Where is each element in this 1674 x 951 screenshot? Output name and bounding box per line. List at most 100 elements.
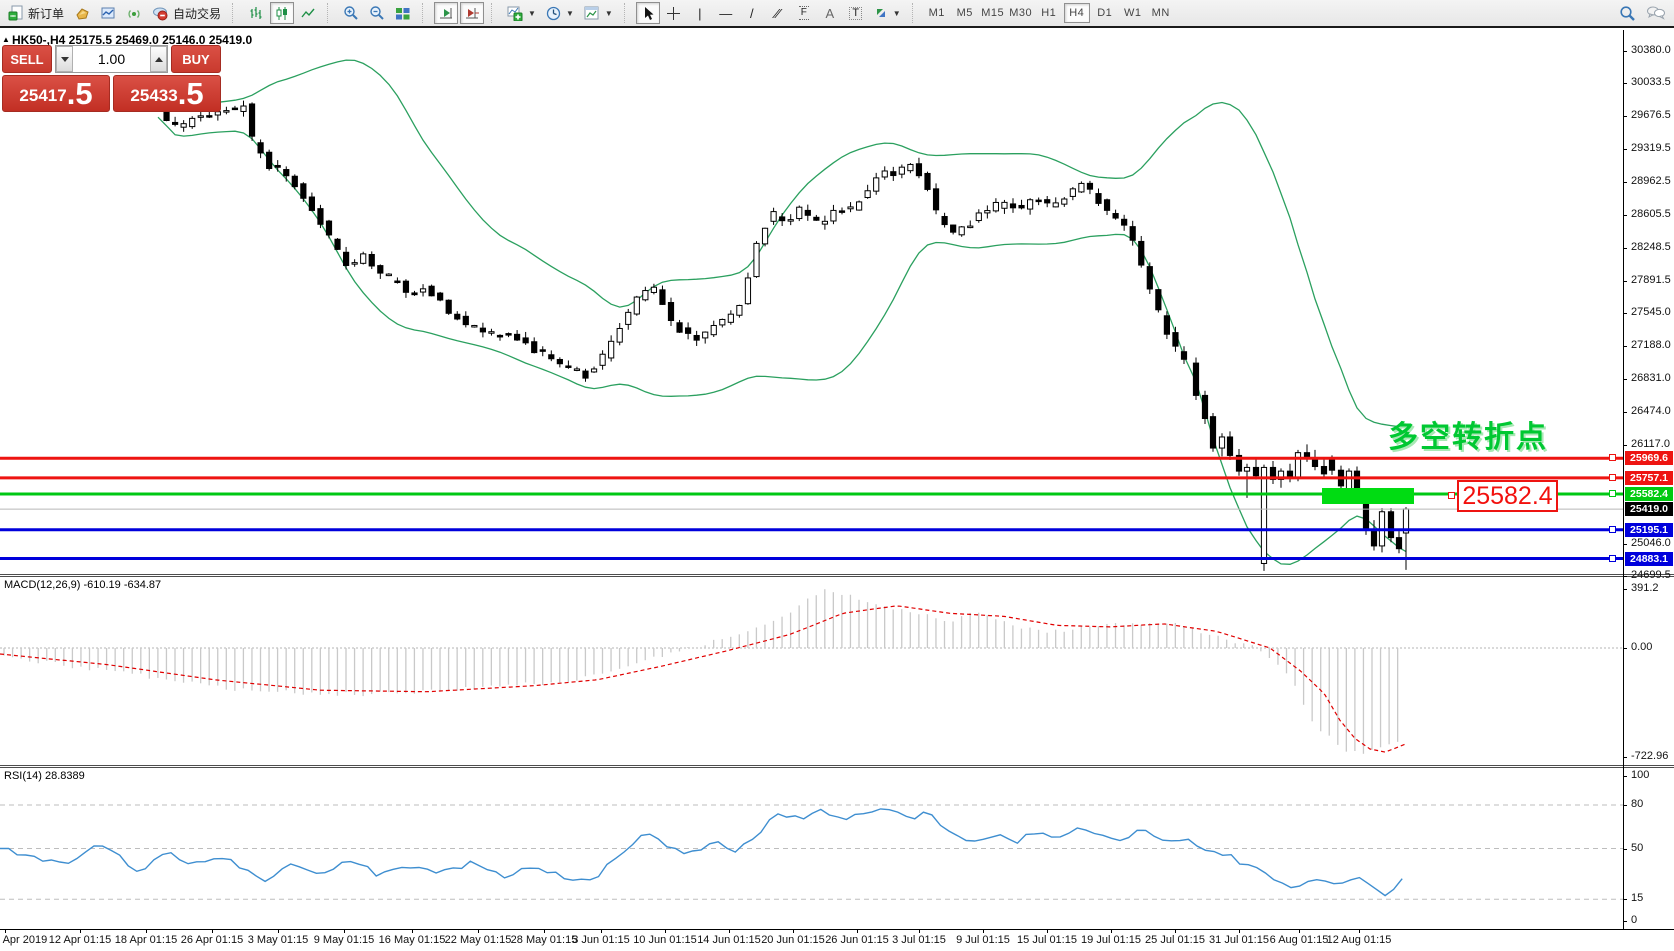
indicators-button[interactable]: ▼ — [503, 2, 540, 24]
add-indicator-icon — [507, 6, 523, 21]
price-tag-25195.1[interactable]: 25195.1 — [1625, 523, 1673, 537]
price-axis-tick — [1623, 51, 1627, 52]
timeframe-d1-button[interactable]: D1 — [1092, 3, 1118, 23]
time-axis-tick — [5, 929, 6, 933]
macd-pane[interactable] — [0, 577, 1623, 765]
green-zone-rectangle[interactable] — [1322, 488, 1414, 504]
hline-handle-marker[interactable] — [1609, 555, 1616, 562]
label-tool-button[interactable]: T — [844, 2, 868, 24]
price-callout-box[interactable]: 25582.4 — [1457, 480, 1558, 512]
crosshair-button[interactable] — [662, 2, 686, 24]
bar-chart-button[interactable] — [244, 2, 268, 24]
rsi-canvas[interactable] — [0, 768, 1623, 928]
volume-increase-button[interactable] — [150, 46, 167, 72]
candlestick-button[interactable] — [270, 2, 294, 24]
time-axis-tick — [601, 929, 602, 933]
templates-icon — [584, 6, 600, 21]
price-axis-tick — [1623, 544, 1627, 545]
time-axis-tick — [1299, 929, 1300, 933]
macd-axis-tick — [1623, 757, 1627, 758]
volume-decrease-button[interactable] — [56, 46, 73, 72]
layouts-button[interactable] — [70, 2, 94, 24]
tile-windows-button[interactable] — [391, 2, 415, 24]
bar-chart-icon — [249, 6, 264, 21]
timeframe-group: M1M5M15M30H1H4D1W1MN — [924, 3, 1174, 23]
periods-button[interactable]: ▼ — [542, 2, 578, 24]
rsi-axis-tick — [1623, 899, 1627, 900]
timeframe-mn-button[interactable]: MN — [1148, 3, 1174, 23]
time-axis-tick — [212, 929, 213, 933]
clock-icon — [546, 6, 561, 21]
zoom-out-button[interactable] — [365, 2, 389, 24]
arrow-up-icon — [155, 57, 163, 62]
sell-button[interactable]: SELL — [2, 45, 52, 73]
price-tag-24883.1[interactable]: 24883.1 — [1625, 552, 1673, 566]
volume-input[interactable]: 1.00 — [73, 46, 150, 72]
price-tag-25582.4[interactable]: 25582.4 — [1625, 487, 1673, 501]
hline-tool-button[interactable]: — — [714, 2, 738, 24]
search-button[interactable] — [1615, 2, 1640, 24]
symbol-collapse-icon[interactable]: ▲ — [2, 35, 10, 44]
market-watch-button[interactable] — [96, 2, 120, 24]
time-axis-tick — [919, 929, 920, 933]
fibonacci-tool-button[interactable]: F — [792, 2, 816, 24]
chart-shift-button[interactable] — [460, 2, 484, 24]
trendline-tool-button[interactable]: / — [740, 2, 764, 24]
autoscroll-button[interactable] — [434, 2, 458, 24]
time-axis-tick — [80, 929, 81, 933]
cursor-button[interactable] — [636, 2, 660, 24]
crosshair-icon — [666, 6, 681, 21]
arrows-tool-button[interactable]: ▼ — [870, 2, 905, 24]
time-axis-tick — [729, 929, 730, 933]
timeframe-m15-button[interactable]: M15 — [980, 3, 1006, 23]
line-chart-button[interactable] — [296, 2, 320, 24]
timeframe-h1-button[interactable]: H1 — [1036, 3, 1062, 23]
channel-tool-button[interactable]: ∕∕ — [766, 2, 790, 24]
time-axis-label: 22 May 01:15 — [445, 934, 512, 946]
hline-handle-marker[interactable] — [1609, 526, 1616, 533]
timeframe-m30-button[interactable]: M30 — [1008, 3, 1034, 23]
autotrading-button[interactable]: 自动交易 — [148, 2, 225, 24]
callout-anchor-marker[interactable] — [1448, 492, 1455, 499]
macd-label: MACD(12,26,9) -610.19 -634.87 — [4, 579, 161, 591]
price-axis-label: 27545.0 — [1631, 306, 1671, 318]
hline-handle-marker[interactable] — [1609, 474, 1616, 481]
price-tag-25757.1[interactable]: 25757.1 — [1625, 471, 1673, 485]
hline-handle-marker[interactable] — [1609, 454, 1616, 461]
new-order-button[interactable]: 新订单 — [4, 2, 68, 24]
templates-button[interactable]: ▼ — [580, 2, 617, 24]
time-axis-label: 31 Jul 01:15 — [1209, 934, 1269, 946]
time-axis-label: 12 Apr 01:15 — [49, 934, 111, 946]
time-axis-tick — [665, 929, 666, 933]
timeframe-m5-button[interactable]: M5 — [952, 3, 978, 23]
hline-handle-marker[interactable] — [1609, 490, 1616, 497]
price-tag-25969.6[interactable]: 25969.6 — [1625, 451, 1673, 465]
tile-windows-icon — [395, 6, 411, 21]
price-axis-tick — [1623, 346, 1627, 347]
timeframe-h4-button[interactable]: H4 — [1064, 3, 1090, 23]
bollinger-upper-band — [158, 60, 1406, 427]
time-axis-tick — [278, 929, 279, 933]
buy-button[interactable]: BUY — [171, 45, 221, 73]
time-axis-label: 9 Jul 01:15 — [956, 934, 1010, 946]
dropdown-arrow-icon: ▼ — [893, 9, 901, 18]
dropdown-arrow-icon: ▼ — [528, 9, 536, 18]
chat-button[interactable] — [1642, 2, 1670, 24]
sell-price-display[interactable]: 25417.5 — [2, 75, 110, 112]
rsi-pane[interactable] — [0, 768, 1623, 928]
toolbar-separator — [422, 3, 429, 23]
rsi-axis-tick — [1623, 805, 1627, 806]
zoom-in-button[interactable] — [339, 2, 363, 24]
timeframe-m1-button[interactable]: M1 — [924, 3, 950, 23]
macd-canvas[interactable] — [0, 577, 1623, 765]
vline-tool-button[interactable]: | — [688, 2, 712, 24]
signal-button[interactable] — [122, 2, 146, 24]
text-tool-button[interactable]: A — [818, 2, 842, 24]
price-axis-label: 28962.5 — [1631, 175, 1671, 187]
chat-icon — [1646, 5, 1666, 21]
price-axis-tick — [1623, 281, 1627, 282]
timeframe-w1-button[interactable]: W1 — [1120, 3, 1146, 23]
candles — [155, 101, 1408, 571]
time-axis-label: 9 May 01:15 — [314, 934, 375, 946]
buy-price-display[interactable]: 25433.5 — [113, 75, 221, 112]
